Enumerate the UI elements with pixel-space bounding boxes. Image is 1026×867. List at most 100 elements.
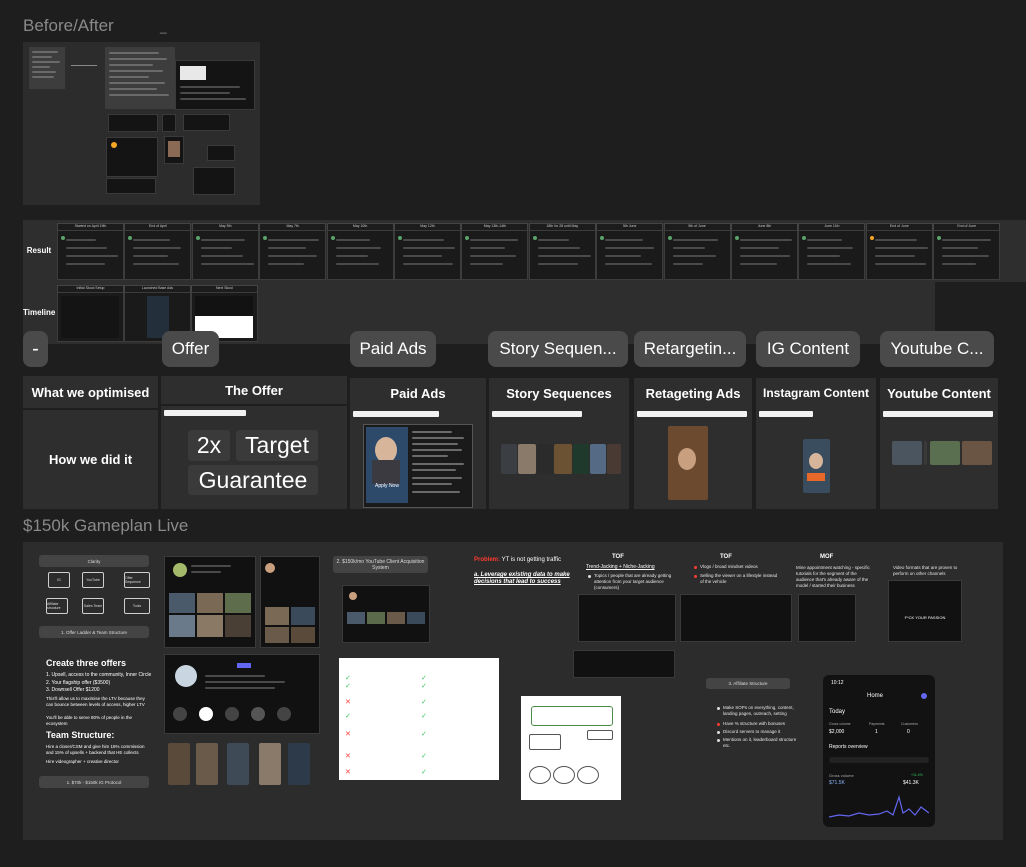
result-cell[interactable] xyxy=(528,230,596,280)
funnel-diagram-card[interactable] xyxy=(521,696,621,800)
after-notes-card[interactable] xyxy=(105,47,175,109)
offer-2x-badge: 2x xyxy=(188,430,230,461)
result-cell[interactable] xyxy=(326,230,394,280)
mof-thumbs[interactable] xyxy=(798,594,856,642)
result-cell[interactable] xyxy=(394,230,461,280)
before-after-arrow xyxy=(71,65,97,66)
retargeting-video[interactable] xyxy=(668,426,708,500)
tof1-thumbs[interactable] xyxy=(578,594,676,642)
check-icon: ✓ xyxy=(345,683,351,690)
offers-list: 1. Upsell, access to the community, Inne… xyxy=(46,672,156,695)
ladder-box[interactable]: Sales Team xyxy=(82,598,104,614)
after-screenshot-card[interactable] xyxy=(175,60,255,110)
affiliate-bullet-dot xyxy=(717,707,720,710)
tab-offer[interactable]: Offer xyxy=(162,331,219,367)
result-cell[interactable] xyxy=(933,230,1001,280)
mini-card-5[interactable] xyxy=(164,136,184,164)
result-cell[interactable] xyxy=(461,230,529,280)
gameplan-frame-title[interactable]: $150k Gameplan Live xyxy=(23,516,188,536)
mof-title: MOF xyxy=(820,554,834,560)
youtube-cell[interactable] xyxy=(880,408,998,509)
timeline-cell[interactable] xyxy=(57,292,124,342)
mini-card-2[interactable] xyxy=(162,114,176,132)
phone-gross-label: Gross volume xyxy=(829,722,851,726)
story-sequences-cell[interactable] xyxy=(489,408,629,509)
collapse-tab[interactable]: - xyxy=(23,331,48,367)
tof1-title: TOF xyxy=(612,554,624,560)
team-text-2: Hire videographer + creative director xyxy=(46,759,119,764)
result-cell[interactable] xyxy=(57,230,124,280)
check-icon: ✓ xyxy=(421,683,427,690)
result-column-header: End of April xyxy=(124,223,192,230)
ladder-box[interactable]: YouTube xyxy=(82,572,104,588)
tof2-thumbs[interactable] xyxy=(680,594,792,642)
mini-card-8[interactable] xyxy=(106,178,156,194)
mini-card-7[interactable] xyxy=(193,167,235,195)
result-cell[interactable] xyxy=(663,230,731,280)
tof1-thumbs-2[interactable] xyxy=(573,650,675,678)
tab-paid-ads[interactable]: Paid Ads xyxy=(350,331,436,367)
tab-ig-content[interactable]: IG Content xyxy=(756,331,860,367)
ad-screenshot[interactable]: Apply Now xyxy=(363,424,473,508)
cross-icon: ✕ xyxy=(345,731,351,738)
check-icon: ✓ xyxy=(421,713,427,720)
mini-card-6[interactable] xyxy=(207,145,235,161)
check-icon: ✓ xyxy=(421,699,427,706)
ig-profile-screenshot-2[interactable] xyxy=(260,556,320,648)
phone-gross-value: $2,000 xyxy=(829,729,845,735)
result-cell[interactable] xyxy=(191,230,259,280)
result-cell[interactable] xyxy=(124,230,192,280)
comparison-card[interactable]: ✓ ✓ ✓ ✓ ✕ ✓ ✓ ✓ ✕ ✓ ✕ ✓ ✕ ✓ xyxy=(339,658,499,780)
instagram-reel[interactable] xyxy=(803,439,830,493)
thumbnail-text: F*CK YOUR PASSION xyxy=(904,615,946,620)
problem-prefix: Problem: xyxy=(474,557,501,563)
paid-ads-cell[interactable]: Apply Now xyxy=(350,408,486,509)
result-cell[interactable] xyxy=(798,230,866,280)
tof2-bullet-2: Selling the viewer on a lifestyle instea… xyxy=(700,573,778,584)
yt-formats-thumbs[interactable]: F*CK YOUR PASSION xyxy=(888,580,962,642)
offer-guarantee-badge: Guarantee xyxy=(188,465,318,495)
mini-card-4[interactable] xyxy=(106,137,158,177)
result-cell[interactable] xyxy=(259,230,327,280)
tab-retargeting[interactable]: Retargetin... xyxy=(634,331,746,367)
col-header-retargeting-ads: Retageting Ads xyxy=(634,378,752,408)
mini-card-3[interactable] xyxy=(183,114,230,131)
phone-growth: +11.4% xyxy=(911,773,923,777)
result-column-header: June 8th xyxy=(731,223,798,230)
problem-text: YT is not getting traffic xyxy=(501,557,562,563)
col-header-paid-ads: Paid Ads xyxy=(350,378,486,408)
check-icon: ✓ xyxy=(421,675,427,682)
before-after-frame[interactable] xyxy=(23,42,260,205)
ladder-box[interactable]: IG xyxy=(48,572,70,588)
result-cell[interactable] xyxy=(731,230,798,280)
instagram-cell[interactable] xyxy=(756,408,876,509)
leverage-text: a. Leverage existing data to make decisi… xyxy=(474,572,570,585)
ig-profile-screenshot[interactable] xyxy=(164,556,256,648)
before-after-frame-title[interactable]: Before/After xyxy=(23,16,114,36)
tab-story-sequences[interactable]: Story Sequen... xyxy=(488,331,628,367)
ig-protocol-label: 1. $70k - $150k IG Protocol xyxy=(39,776,149,788)
tab-youtube-content[interactable]: Youtube C... xyxy=(880,331,994,367)
team-heading: Team Structure: xyxy=(46,730,115,740)
retargeting-cell[interactable] xyxy=(634,408,752,509)
ladder-box[interactable]: Tools xyxy=(124,598,150,614)
ladder-box[interactable]: Affiliate structure xyxy=(46,598,68,614)
check-icon: ✓ xyxy=(421,753,427,760)
phone-range-tabs[interactable] xyxy=(829,757,929,763)
ig-profile-screenshot-3[interactable] xyxy=(164,654,320,734)
yt-channel-screenshot[interactable] xyxy=(342,585,430,643)
mini-card-1[interactable] xyxy=(108,114,158,132)
phone-gross2-b: $41.3K xyxy=(903,780,919,786)
check-icon: ✓ xyxy=(345,713,351,720)
stripe-phone-screenshot[interactable]: 10:12 Home Today Gross volume $2,000 Pay… xyxy=(823,675,935,827)
result-cell[interactable] xyxy=(865,230,933,280)
before-note-card[interactable] xyxy=(29,47,65,89)
ladder-box[interactable]: Offer Sequence xyxy=(124,572,150,588)
affiliate-bullet: Discord servers to manage it xyxy=(723,729,781,734)
result-cell[interactable] xyxy=(596,230,664,280)
phone-add-icon[interactable] xyxy=(921,693,927,699)
result-column-header: 5th of June xyxy=(663,223,731,230)
offers-note-2: You'll be able to serve 80% of people in… xyxy=(46,715,133,726)
offer-item: 1. Upsell, access to the community, Inne… xyxy=(46,672,152,678)
offer-cell[interactable]: 2x Target Guarantee xyxy=(161,406,347,509)
